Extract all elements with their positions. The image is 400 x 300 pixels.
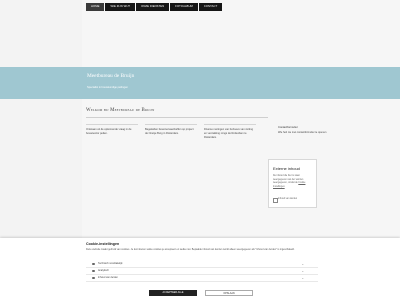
cookie-option-technical[interactable]: Technisch noodzakelijk ⌄ [86,261,318,268]
cookie-option-label: Analytisch [98,269,109,272]
column-divider [145,124,197,125]
hero-banner: Meetbureau de Bruijn Specialist in bouwk… [0,67,400,99]
external-content-heading: Externe inhoud [273,166,300,171]
main-nav: HOME WIE ZIJN WIJ? ONZE DIENSTEN FOTOALB… [86,3,223,11]
welcome-heading: Welkom bij Meetbureau de Bruijn [86,108,155,113]
column-divider [204,124,256,125]
cookie-option-analytics[interactable]: Analytisch ⌄ [86,268,318,275]
column-divider [86,124,138,125]
save-button[interactable]: OPSLAAN [205,290,253,296]
toggle-dot-icon [92,276,95,279]
toggle-dot-icon [92,262,95,265]
site-subtitle: Specialist in bouwkundige peilingen [87,86,128,89]
nav-item-about[interactable]: WIE ZIJN WIJ? [105,3,136,11]
external-content-text-end: . [284,185,286,188]
sidebar-text: Wie heb nie met contactformulier te open… [278,131,327,134]
intro-column-1: Ontstaan uit de opkomende vraag in de bo… [86,128,132,136]
accept-all-button[interactable]: ACCEPTEER ALLE [149,290,197,296]
nav-item-services[interactable]: ONZE DIENSTEN [136,3,170,11]
cookie-text: Deze website maakt gebruik van cookies. … [86,248,295,251]
sidebar-heading: Contactformulier [278,126,298,129]
site-title[interactable]: Meetbureau de Bruijn [87,73,134,79]
chevron-down-icon: ⌄ [301,269,304,273]
cookie-banner: Cookie-instellingen Deze website maakt g… [0,238,400,300]
nav-item-photoalbum[interactable]: FOTOALBUM [170,3,198,11]
cookie-option-label: Technisch noodzakelijk [98,262,123,265]
external-content-checkbox-label: Inhoud van derden [278,198,298,200]
chevron-down-icon: ⌄ [301,262,304,266]
cookie-heading: Cookie-instellingen [86,242,120,246]
toggle-dot-icon [92,269,95,272]
external-content-card: Externe inhoud De inhoud die hier is sta… [268,159,317,208]
cookie-option-label: Inhoud van derden [98,276,118,279]
external-content-text: De inhoud die hier is staat weergegeven … [273,175,313,189]
intro-column-3: Diverse metingen van behoeve van zetting… [204,128,254,140]
intro-column-2: Begeleiden bewonersaanheffen op project … [145,128,194,136]
chevron-down-icon: ⌄ [301,276,304,280]
divider [86,117,268,118]
nav-item-contact[interactable]: CONTACT [198,3,223,11]
nav-item-home[interactable]: HOME [86,3,105,11]
cookie-option-third-party[interactable]: Inhoud van derden ⌄ [86,275,318,282]
